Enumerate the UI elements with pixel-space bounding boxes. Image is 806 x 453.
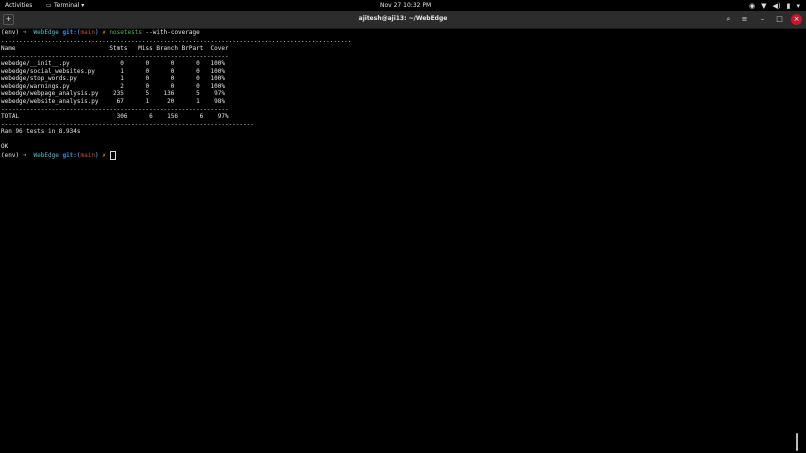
power-menu-icon[interactable]: ▾ [796, 2, 800, 11]
prompt-git-label: git:( [62, 29, 81, 36]
app-menu[interactable]: Terminal ▾ [54, 2, 84, 9]
prompt-dirty-icon: ✗ [102, 152, 110, 159]
clock[interactable]: Nov 27 10:32 PM [380, 2, 431, 9]
close-icon[interactable]: × [791, 14, 802, 25]
table-row: webedge/webpage_analysis.py 235 5 136 5 … [1, 90, 225, 97]
maximize-icon[interactable]: □ [774, 14, 785, 25]
prompt-branch: main [80, 29, 95, 36]
search-icon[interactable]: ⌕ [723, 14, 734, 25]
command-prompt-line[interactable]: (env) ➜ WebEdge git:(main) ✗ [1, 151, 117, 160]
command-prompt-line: (env) ➜ WebEdge git:(main) ✗ nosetests -… [1, 29, 200, 37]
table-header: Name Stmts Miss Branch BrPart Cover [1, 45, 229, 52]
command-name: nosetests [109, 29, 142, 36]
prompt-git-label: git:( [62, 152, 81, 159]
total-row: TOTAL 306 6 156 6 97% [1, 113, 229, 120]
prompt-env: (env) [1, 152, 23, 159]
prompt-arrow-icon: ➜ [22, 152, 34, 159]
volume-icon: ◀) [772, 1, 781, 10]
terminal-area[interactable]: (env) ➜ WebEdge git:(main) ✗ nosetests -… [0, 29, 800, 453]
window-title: ajitesh@aji13: ~/WebEdge [358, 15, 448, 22]
menu-icon[interactable]: ≡ [739, 14, 750, 25]
prompt-directory: WebEdge [33, 152, 63, 159]
text-cursor [110, 151, 117, 160]
prompt-arrow-icon: ➜ [22, 29, 34, 36]
battery-icon: ▮ [786, 1, 791, 10]
command-args: --with-coverage [141, 29, 200, 36]
scrollbar[interactable] [796, 433, 798, 451]
activities-button[interactable]: Activities [5, 2, 32, 9]
prompt-env: (env) [1, 29, 23, 36]
table-row: webedge/website_analysis.py 67 1 20 1 98… [1, 98, 225, 105]
terminal-icon: ▭ [46, 2, 52, 9]
dots-separator: ........................................… [1, 37, 352, 44]
minimize-icon[interactable]: – [757, 14, 768, 25]
prompt-directory: WebEdge [33, 29, 63, 36]
table-row: webedge/__init__.py 0 0 0 0 100% [1, 60, 225, 67]
test-summary: Ran 96 tests in 8.934s [1, 128, 81, 135]
prompt-branch: main [80, 152, 95, 159]
test-status: OK [1, 143, 9, 150]
window-titlebar[interactable]: + ajitesh@aji13: ~/WebEdge ⌕ ≡ – □ × [0, 11, 806, 29]
discord-icon[interactable]: ◉ [749, 2, 755, 11]
table-row: webedge/stop_words.py 1 0 0 0 100% [1, 75, 225, 82]
top-bar: Activities ▭ Terminal ▾ Nov 27 10:32 PM … [0, 0, 806, 11]
system-tray[interactable]: ◉ ▼ ◀) ▮ ▾ [749, 1, 800, 11]
wifi-icon: ▼ [761, 1, 767, 10]
